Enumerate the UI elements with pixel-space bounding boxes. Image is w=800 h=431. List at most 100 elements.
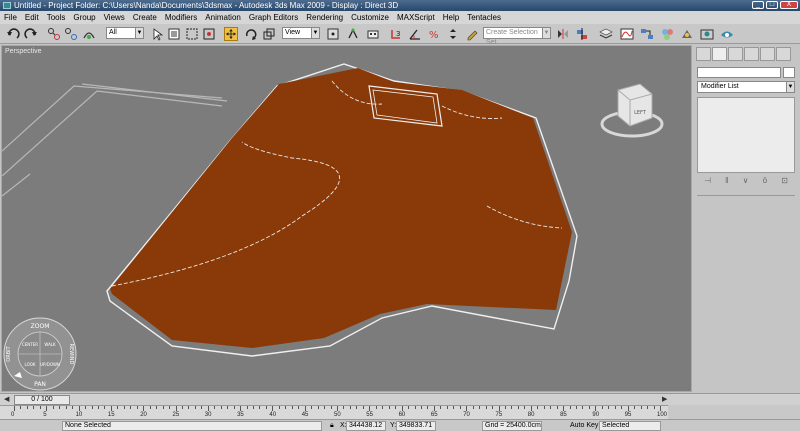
edit-named-selection-icon[interactable] [466, 27, 480, 41]
undo-icon[interactable] [6, 27, 20, 41]
menu-maxscript[interactable]: MAXScript [393, 11, 439, 24]
slider-next-icon[interactable]: ▶ [662, 395, 667, 403]
time-slider[interactable]: ◀ 0 / 100 ▶ [0, 393, 800, 405]
make-unique-icon[interactable]: ∨ [743, 176, 749, 188]
render-setup-icon[interactable] [680, 27, 694, 41]
snaps-toggle-icon[interactable]: 3 [389, 27, 403, 41]
menu-views[interactable]: Views [100, 11, 129, 24]
select-and-rotate-icon[interactable] [244, 27, 258, 41]
menu-modifiers[interactable]: Modifiers [161, 11, 201, 24]
motion-tab-icon[interactable] [744, 47, 759, 61]
track-bar[interactable]: 0 5 10 15 20 25 30 35 40 45 50 55 60 65 70 75 80 85 90 95 10… [0, 405, 668, 419]
wheel-pan-label[interactable]: PAN [34, 381, 46, 388]
keyboard-shortcut-override-icon[interactable] [366, 27, 380, 41]
rectangular-selection-icon[interactable] [185, 27, 199, 41]
menu-group[interactable]: Group [69, 11, 99, 24]
ruler-label: 10 [75, 412, 83, 418]
minimize-button[interactable]: _ [752, 1, 764, 9]
select-and-move-icon[interactable] [224, 27, 238, 41]
ruler-tick [414, 406, 416, 409]
select-and-scale-icon[interactable] [262, 27, 276, 41]
unlink-selection-icon[interactable] [64, 27, 78, 41]
menu-file[interactable]: File [0, 11, 21, 24]
bind-to-space-warp-icon[interactable] [82, 27, 96, 41]
layer-manager-icon[interactable] [599, 27, 613, 41]
lock-selection-icon[interactable]: 🔒︎ [330, 420, 334, 431]
ruler-tick [504, 406, 506, 409]
pin-stack-icon[interactable]: ⊣ [704, 176, 711, 188]
menu-edit[interactable]: Edit [21, 11, 43, 24]
menu-animation[interactable]: Animation [201, 11, 245, 24]
status-bar: None Selected 🔒︎ X: 344438.12 Y: 349833.… [0, 419, 800, 431]
y-coordinate-field[interactable]: 349833.71 [396, 421, 436, 431]
ruler-tick [356, 406, 358, 409]
modifier-list-dropdown[interactable]: Modifier List ▼ [697, 81, 795, 93]
quick-render-icon[interactable] [720, 27, 734, 41]
menu-help[interactable]: Help [439, 11, 463, 24]
percent-snap-icon[interactable]: % [427, 27, 441, 41]
perspective-viewport[interactable]: ZOOM PAN ORBIT REWIND CENTER WALK LOOK U… [1, 45, 692, 392]
display-tab-icon[interactable] [760, 47, 775, 61]
menu-tentacles[interactable]: Tentacles [463, 11, 505, 24]
remove-modifier-icon[interactable]: ō [763, 176, 767, 188]
wheel-rewind-label[interactable]: REWIND [68, 344, 74, 365]
ruler-tick [220, 406, 222, 409]
named-selection-sets-dropdown[interactable]: Create Selection Set ▼ [483, 27, 551, 46]
selection-filter-dropdown[interactable]: All ▼ [106, 27, 144, 39]
viewcube[interactable]: LEFT [600, 83, 664, 138]
pivot-point-center-icon[interactable] [326, 27, 340, 41]
angle-snap-icon[interactable] [408, 27, 422, 41]
time-slider-thumb[interactable]: 0 / 100 [14, 395, 70, 405]
rendered-frame-window-icon[interactable] [700, 27, 714, 41]
menu-graph-editors[interactable]: Graph Editors [245, 11, 302, 24]
wheel-zoom-label[interactable]: ZOOM [31, 323, 50, 330]
modifier-stack[interactable] [697, 97, 795, 173]
menu-create[interactable]: Create [129, 11, 161, 24]
key-mode-dropdown[interactable]: Selected [599, 421, 661, 431]
viewport-label[interactable]: Perspective [5, 48, 42, 55]
redo-icon[interactable] [24, 27, 38, 41]
select-and-manipulate-icon[interactable] [346, 27, 360, 41]
object-name-field[interactable] [697, 67, 781, 78]
material-editor-icon[interactable] [660, 27, 674, 41]
align-icon[interactable] [575, 27, 589, 41]
create-tab-icon[interactable] [696, 47, 711, 61]
wheel-center-label[interactable]: CENTER [22, 342, 38, 347]
wheel-updown-label[interactable]: UP/DOWN [40, 362, 60, 367]
menu-rendering[interactable]: Rendering [302, 11, 347, 24]
reference-coordinate-dropdown[interactable]: View ▼ [282, 27, 320, 39]
viewcube-face-label[interactable]: LEFT [634, 110, 647, 116]
utilities-tab-icon[interactable] [776, 47, 791, 61]
select-by-name-icon[interactable] [167, 27, 181, 41]
modify-tab-icon[interactable] [712, 47, 727, 61]
show-end-result-icon[interactable]: ‖ [725, 176, 728, 188]
curve-editor-icon[interactable] [620, 27, 634, 41]
wheel-walk-label[interactable]: WALK [44, 342, 56, 347]
object-color-swatch[interactable] [783, 67, 795, 78]
select-and-link-icon[interactable] [47, 27, 61, 41]
menu-tools[interactable]: Tools [43, 11, 70, 24]
steering-wheel[interactable]: ZOOM PAN ORBIT REWIND CENTER WALK LOOK U… [3, 317, 77, 391]
select-object-icon[interactable] [150, 27, 164, 41]
configure-modifier-sets-icon[interactable]: ⊡ [781, 176, 788, 188]
window-crossing-icon[interactable] [202, 27, 216, 41]
ruler-tick [349, 406, 351, 409]
wheel-orbit-label[interactable]: ORBIT [6, 345, 12, 361]
spinner-snap-icon[interactable] [446, 27, 460, 41]
close-button[interactable]: X [780, 1, 798, 9]
ruler-label: 55 [366, 412, 373, 418]
ruler-tick [647, 406, 649, 409]
ruler-tick [156, 406, 158, 409]
ruler-tick [537, 406, 539, 409]
auto-key-label[interactable]: Auto Key [570, 420, 598, 431]
wheel-look-label[interactable]: LOOK [24, 362, 35, 367]
maximize-button[interactable]: □ [766, 1, 778, 9]
slider-prev-icon[interactable]: ◀ [4, 395, 9, 403]
selection-status: None Selected [62, 421, 322, 431]
schematic-view-icon[interactable] [640, 27, 654, 41]
mirror-icon[interactable] [556, 27, 570, 41]
x-coordinate-field[interactable]: 344438.12 [346, 421, 386, 431]
menu-customize[interactable]: Customize [347, 11, 393, 24]
app-icon[interactable] [3, 2, 11, 9]
hierarchy-tab-icon[interactable] [728, 47, 743, 61]
